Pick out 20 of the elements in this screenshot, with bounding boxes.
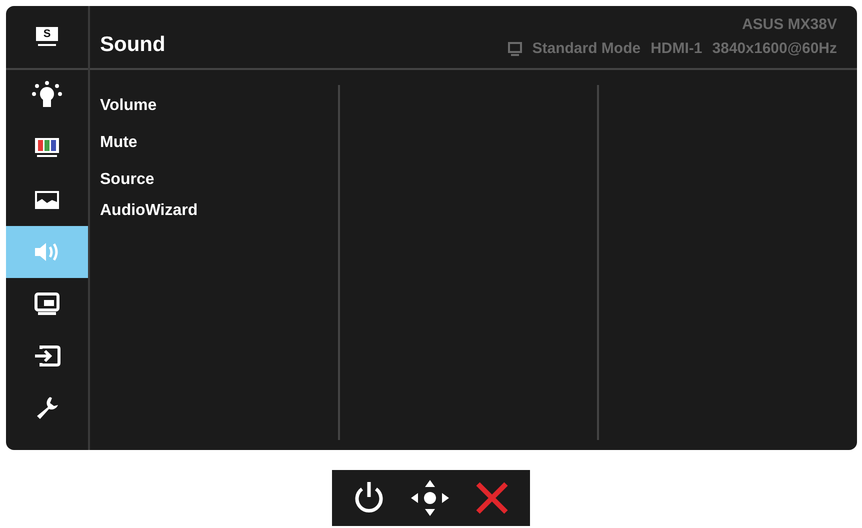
image-icon [34,190,60,210]
mode-label: Standard Mode [532,40,641,57]
menu-title: Sound [100,33,166,57]
monitor-icon [508,42,522,56]
splendid-label: S [36,27,58,41]
color-bars-icon [34,137,60,159]
stand-icon [37,43,57,47]
speaker-icon [33,241,61,263]
menu-item[interactable]: Source [100,171,154,189]
resolution-label: 3840x1600@60Hz [712,40,837,57]
sidebar-item[interactable]: S [6,6,88,70]
pip-icon [34,292,60,316]
joystick-icon[interactable] [408,478,451,518]
menu-item[interactable]: Volume [100,97,157,115]
model-name: ASUS MX38V [742,16,837,33]
close-icon[interactable] [474,480,510,516]
menu-item[interactable]: AudioWizard [100,202,198,220]
input-label: HDMI-1 [650,40,702,57]
menu-item[interactable]: Mute [100,134,138,152]
input-icon [33,345,61,367]
